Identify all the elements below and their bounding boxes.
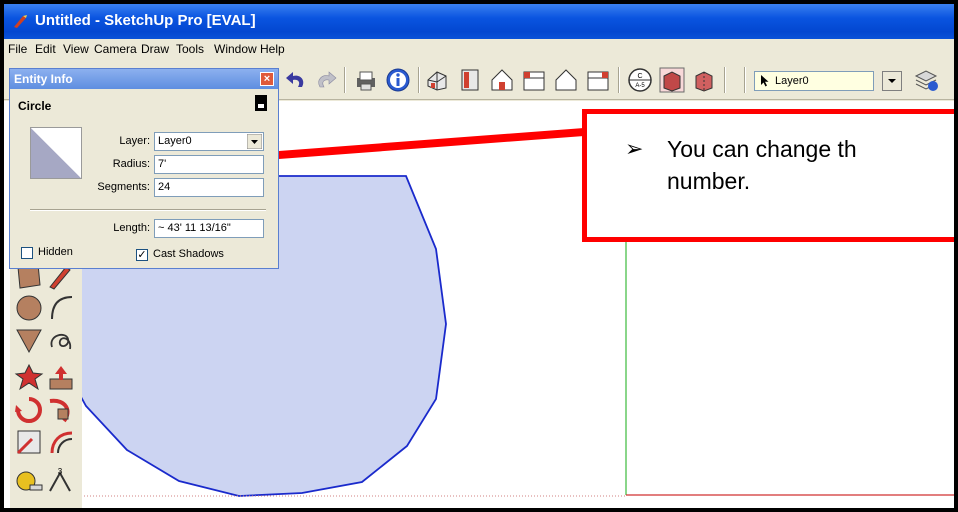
current-layer-select[interactable]: Layer0	[754, 71, 874, 91]
pin-icon[interactable]	[255, 95, 267, 111]
menu-help[interactable]: Help	[260, 42, 285, 56]
iso-view-icon[interactable]	[424, 66, 452, 94]
dimension-tool-icon[interactable]: 3	[46, 465, 76, 495]
menu-tools[interactable]: Tools	[176, 42, 204, 56]
toolbar-separator	[618, 67, 620, 93]
cast-shadows-checkbox[interactable]: ✓	[136, 249, 148, 261]
window-title: Untitled - SketchUp Pro [EVAL]	[35, 12, 256, 29]
toolbar-separator	[744, 67, 746, 93]
toolbar-separator	[724, 67, 726, 93]
left-toolbar: 3	[10, 261, 82, 508]
redo-icon[interactable]	[312, 66, 340, 94]
left-view-icon[interactable]	[584, 66, 612, 94]
callout-text-line2: number.	[667, 168, 751, 194]
entity-type-label: Circle	[18, 99, 52, 113]
menu-window[interactable]: Window	[214, 42, 257, 56]
move-tool-icon[interactable]	[14, 363, 44, 393]
layer-select[interactable]: Layer0	[154, 132, 264, 151]
svg-text:A-5: A-5	[635, 83, 645, 89]
scale-tool-icon[interactable]	[14, 427, 44, 457]
chevron-down-icon	[888, 79, 896, 83]
layer-manager-icon[interactable]	[912, 66, 940, 94]
arc-tool-icon[interactable]	[46, 293, 76, 323]
model-info-icon[interactable]	[384, 66, 412, 94]
cast-shadows-checkbox-label: Cast Shadows	[153, 248, 224, 260]
menu-view[interactable]: View	[63, 42, 89, 56]
menu-edit[interactable]: Edit	[35, 42, 56, 56]
menu-bar: File Edit View Camera Draw Tools Window …	[4, 39, 954, 60]
callout-pointer	[239, 128, 584, 162]
layer-field-label: Layer:	[119, 135, 150, 147]
circle-tool-icon[interactable]	[14, 293, 44, 323]
undo-icon[interactable]	[282, 66, 310, 94]
section-plane-icon[interactable]: C A-5	[626, 66, 654, 94]
length-readout: ~ 43' 11 13/16"	[154, 219, 264, 238]
segments-field-label: Segments:	[97, 181, 150, 193]
title-bar: Untitled - SketchUp Pro [EVAL]	[4, 4, 954, 39]
polygon-tool-icon[interactable]	[14, 325, 44, 355]
menu-camera[interactable]: Camera	[94, 42, 137, 56]
current-layer-value: Layer0	[775, 75, 809, 87]
segments-input-value: 24	[158, 181, 171, 193]
length-field-label: Length:	[113, 222, 150, 234]
length-readout-value: ~ 43' 11 13/16"	[158, 222, 231, 234]
close-icon[interactable]: ×	[260, 72, 274, 86]
top-view-icon[interactable]	[456, 66, 484, 94]
layer-select-value: Layer0	[158, 135, 192, 147]
segments-input[interactable]: 24	[154, 178, 264, 197]
print-icon[interactable]	[352, 66, 380, 94]
radius-field-label: Radius:	[112, 158, 150, 170]
entity-info-panel: Entity Info × Circle Layer: Layer0 Radiu…	[9, 68, 279, 269]
freehand-tool-icon[interactable]	[46, 325, 76, 355]
callout-bullet: ➢	[625, 136, 644, 161]
chevron-down-icon[interactable]	[247, 134, 262, 149]
panel-divider	[30, 209, 266, 211]
toolbar-separator	[344, 67, 346, 93]
offset-tool-icon[interactable]	[46, 427, 76, 457]
cursor-arrow-icon	[761, 75, 769, 87]
svg-text:C: C	[637, 73, 642, 80]
radius-input-value: 7'	[158, 158, 167, 170]
right-view-icon[interactable]	[520, 66, 548, 94]
menu-file[interactable]: File	[8, 42, 27, 56]
back-edges-icon[interactable]	[690, 66, 718, 94]
push-pull-tool-icon[interactable]	[46, 363, 76, 393]
layer-dropdown-button[interactable]	[882, 71, 902, 91]
rotate-tool-icon[interactable]	[14, 395, 44, 425]
tape-measure-tool-icon[interactable]	[14, 465, 44, 495]
svg-text:3: 3	[58, 467, 63, 476]
front-view-icon[interactable]	[488, 66, 516, 94]
sketchup-app-icon	[14, 15, 27, 28]
menu-draw[interactable]: Draw	[141, 42, 169, 56]
tutorial-callout: ➢ You can change th number.	[582, 109, 954, 242]
sketchup-window: Untitled - SketchUp Pro [EVAL] File Edit…	[4, 4, 954, 508]
follow-me-tool-icon[interactable]	[46, 395, 76, 425]
toolbar-separator	[418, 67, 420, 93]
radius-input[interactable]: 7'	[154, 155, 264, 174]
hidden-checkbox[interactable]	[21, 247, 33, 259]
xray-icon[interactable]	[658, 66, 686, 94]
entity-info-title: Entity Info	[14, 72, 73, 86]
callout-text-line1: You can change th	[667, 136, 857, 162]
entity-info-titlebar[interactable]: Entity Info ×	[10, 69, 278, 89]
back-view-icon[interactable]	[552, 66, 580, 94]
hidden-checkbox-label: Hidden	[38, 246, 73, 258]
